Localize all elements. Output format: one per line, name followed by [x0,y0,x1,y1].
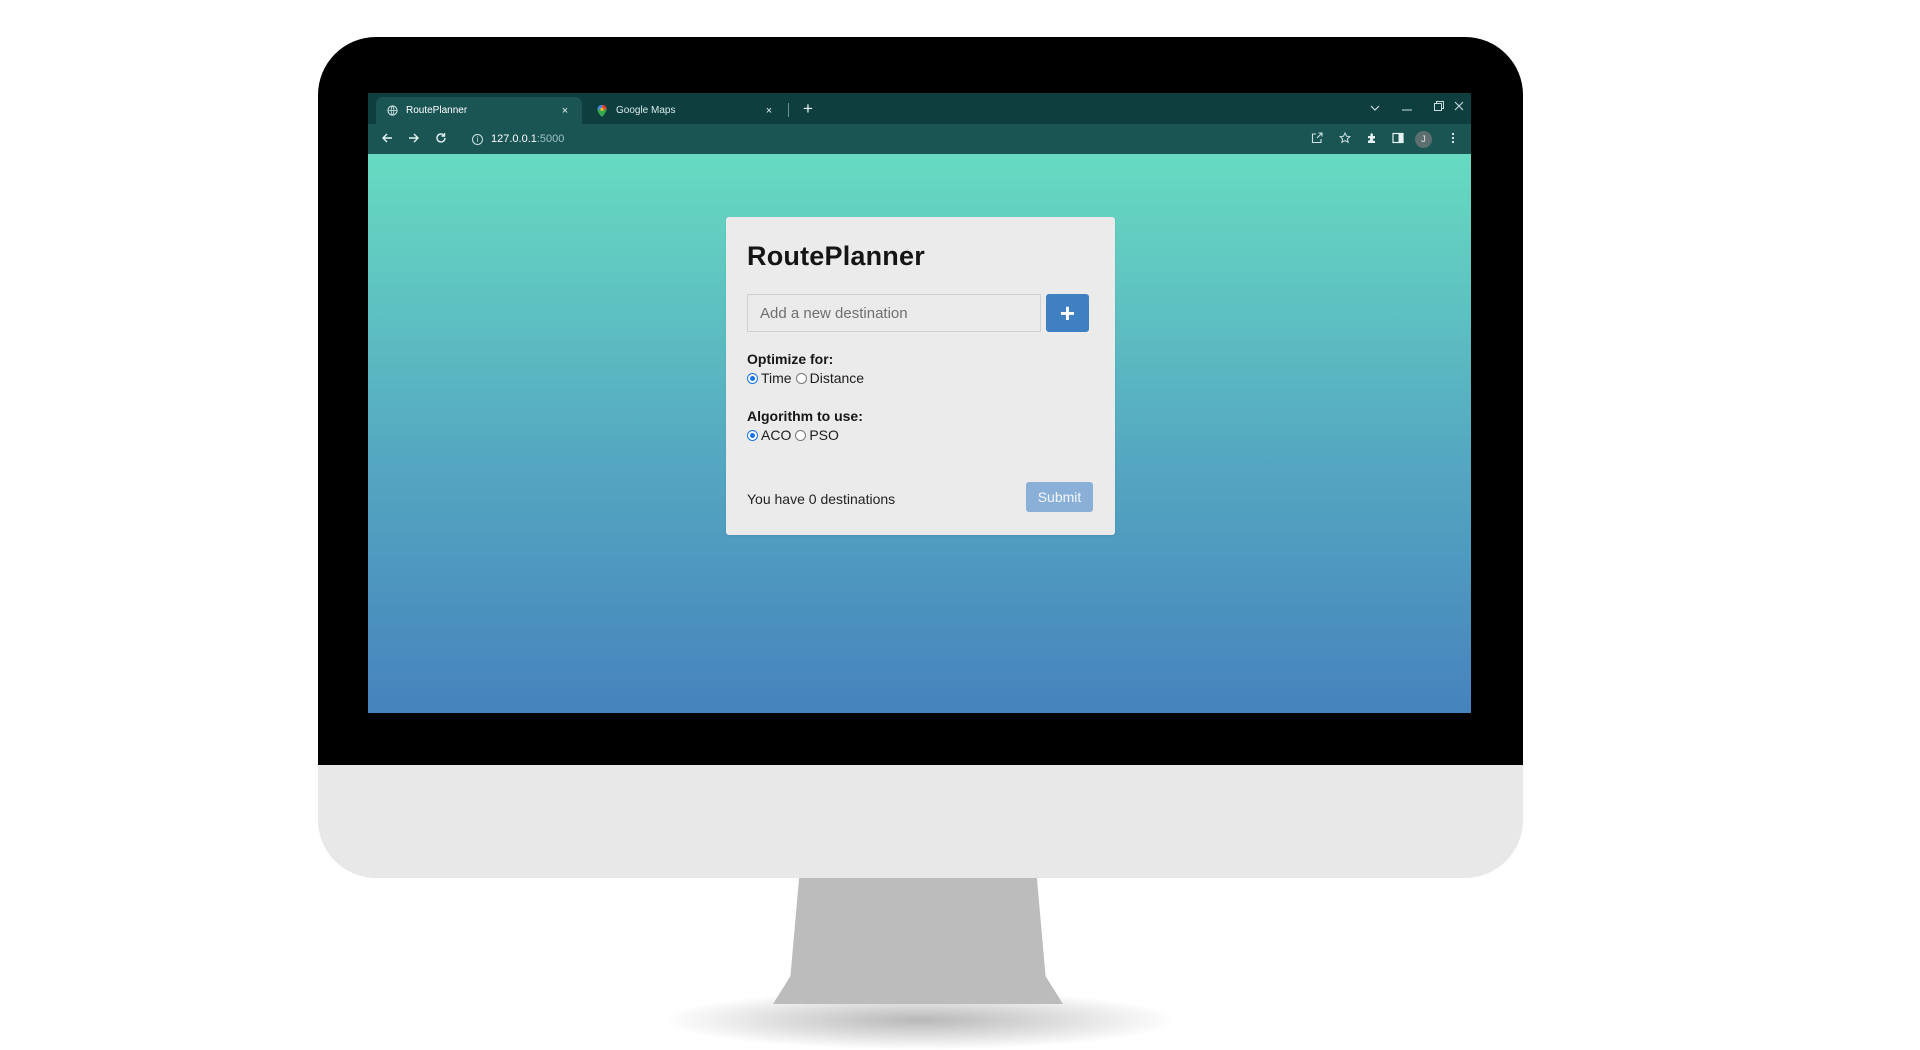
optimize-distance-label[interactable]: Distance [810,370,864,386]
info-icon[interactable]: i [472,133,483,145]
globe-icon [386,105,398,117]
algorithm-aco-radio[interactable] [747,429,758,441]
url-host: 127.0.0.1 [491,133,537,145]
optimize-label: Optimize for: [747,351,834,367]
submit-button[interactable]: Submit [1026,482,1093,512]
optimize-options: Time Distance [747,370,868,386]
algorithm-aco-label[interactable]: ACO [761,427,791,443]
extensions-icon[interactable] [1362,129,1382,149]
monitor-chin [318,765,1523,878]
tab-google-maps[interactable]: Google Maps × [586,97,786,124]
page-title: RoutePlanner [747,241,925,271]
destination-input[interactable] [747,294,1041,332]
new-tab-button[interactable]: + [798,99,818,119]
algorithm-options: ACO PSO [747,427,843,443]
algorithm-label: Algorithm to use: [747,408,863,424]
minimize-icon[interactable] [1396,97,1418,117]
destination-count: You have 0 destinations [747,491,896,507]
tab-separator [788,103,789,117]
route-planner-card: RoutePlanner + Optimize for: Time Distan… [726,217,1115,535]
optimize-distance-radio[interactable] [795,372,807,384]
optimize-time-radio[interactable] [747,372,758,384]
back-icon[interactable] [377,129,397,149]
profile-avatar[interactable]: J [1415,131,1432,148]
window-close-icon[interactable] [1448,97,1470,117]
restore-icon[interactable] [1428,97,1450,117]
address-bar[interactable]: i 127.0.0.1:5000 [472,128,1132,150]
bookmark-star-icon[interactable] [1335,129,1355,149]
browser-window: RoutePlanner × Google Maps × + i 127.0.0… [368,93,1471,713]
maps-pin-icon [596,104,608,117]
tab-title: RoutePlanner [406,105,468,116]
tab-search-icon[interactable] [1364,97,1386,117]
add-destination-button[interactable]: + [1046,294,1089,332]
menu-dots-icon[interactable] [1443,129,1463,149]
monitor-stand [773,878,1063,1004]
tab-title: Google Maps [616,105,676,116]
tab-routeplanner[interactable]: RoutePlanner × [376,97,582,124]
forward-icon[interactable] [404,129,424,149]
reload-icon[interactable] [431,129,451,149]
share-icon[interactable] [1307,129,1327,149]
browser-toolbar: i 127.0.0.1:5000 J [368,124,1471,154]
close-icon[interactable]: × [558,105,572,117]
optimize-time-label[interactable]: Time [761,370,792,386]
page-viewport: RoutePlanner + Optimize for: Time Distan… [368,154,1471,713]
url-port: :5000 [536,133,565,145]
close-icon[interactable]: × [762,105,776,117]
side-panel-icon[interactable] [1388,129,1408,149]
algorithm-pso-label[interactable]: PSO [809,427,839,443]
tab-strip: RoutePlanner × Google Maps × + [368,93,1471,124]
algorithm-pso-radio[interactable] [795,429,807,441]
